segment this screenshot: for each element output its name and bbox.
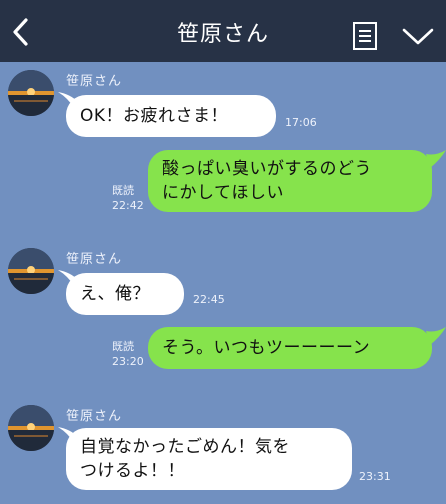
message-bubble[interactable]: OK！お疲れさま！ [66,95,276,137]
chat-header: 笹原さん [0,0,446,62]
read-receipt: 既読 [112,184,134,197]
message-line: そう。いつもツーーーーン [162,338,371,358]
message-bubble[interactable]: そう。いつもツーーーーン [148,327,432,369]
expand-button[interactable] [401,26,435,48]
message-line: 自覚なかったごめん！気を [80,437,290,457]
avatar[interactable] [8,248,54,294]
message-line: 酸っぱい臭いがするのどう [162,159,372,179]
sender-name: 笹原さん [66,252,123,267]
notes-icon [353,22,377,50]
sender-name: 笹原さん [66,74,123,89]
sunset-avatar-icon [8,70,54,116]
message-time: 22:45 [193,293,225,306]
message-line: え、俺？ [80,284,150,304]
notes-menu-button[interactable] [351,21,379,51]
sunset-avatar-icon [8,248,54,294]
chevron-down-icon [402,28,434,45]
sender-name: 笹原さん [66,409,123,424]
sunset-avatar-icon [8,405,54,451]
read-receipt: 既読 [112,340,134,353]
message-time: 23:20 [112,355,144,368]
message-bubble[interactable]: え、俺？ [66,273,184,315]
bubble-tail [426,150,446,168]
avatar[interactable] [8,405,54,451]
avatar[interactable] [8,70,54,116]
message-time: 22:42 [112,199,144,212]
message-bubble[interactable]: 酸っぱい臭いがするのどう にかしてほしい [148,150,432,212]
message-bubble[interactable]: 自覚なかったごめん！気を つけるよ！！ [66,428,352,490]
bubble-tail [426,327,446,345]
message-time: 17:06 [285,116,317,129]
message-time: 23:31 [359,470,391,483]
message-line: つけるよ！！ [80,461,185,481]
message-line: OK！お疲れさま！ [80,106,229,126]
chat-title: 笹原さん [176,22,269,47]
message-line: にかしてほしい [162,183,284,203]
